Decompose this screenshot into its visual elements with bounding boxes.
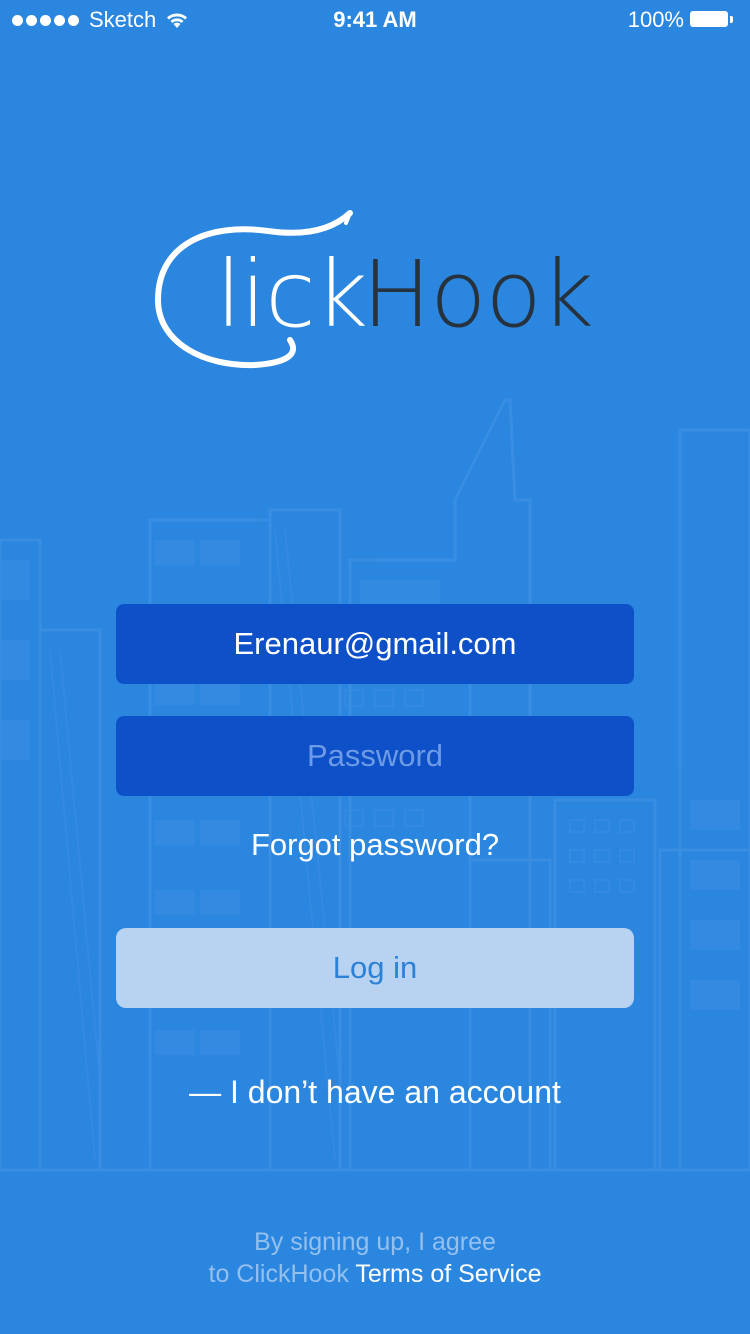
terms-line-1: By signing up, I agree	[254, 1228, 496, 1256]
forgot-password-link[interactable]: Forgot password?	[0, 825, 750, 865]
logo-text-hook: Hook	[362, 241, 594, 348]
battery-percentage: 100%	[627, 7, 684, 32]
terms-line-2: to ClickHook Terms of Service	[0, 1258, 750, 1290]
password-field[interactable]	[116, 716, 634, 796]
status-right: 100%	[628, 8, 736, 32]
login-button[interactable]: Log in	[116, 928, 634, 1008]
clickhook-logo: lick Hook	[150, 205, 610, 375]
no-account-link[interactable]: — I don’t have an account	[0, 1071, 750, 1113]
login-screen: Sketch 9:41 AM 100% lick Hook Forgot	[0, 0, 750, 1334]
battery-icon	[690, 10, 736, 30]
email-field[interactable]	[116, 604, 634, 684]
terms-notice: By signing up, I agree to ClickHook Term…	[0, 1226, 750, 1290]
status-bar: Sketch 9:41 AM 100%	[0, 0, 750, 40]
terms-of-service-link[interactable]: Terms of Service	[355, 1260, 541, 1288]
terms-prefix: to ClickHook	[208, 1260, 356, 1288]
logo-text-click: lick	[216, 241, 368, 348]
